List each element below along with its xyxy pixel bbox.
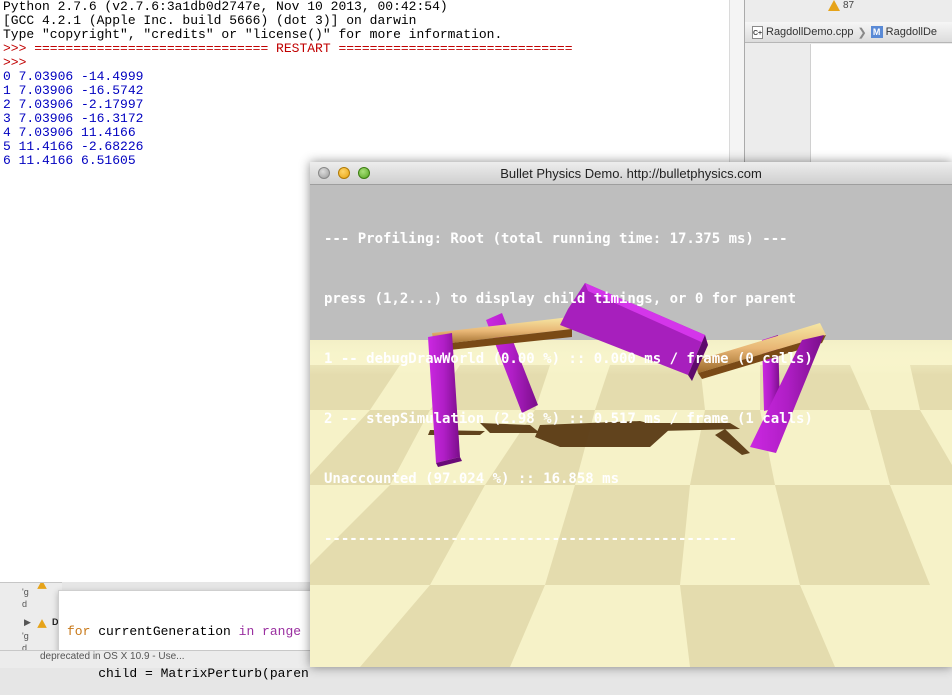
warning-count: 87 <box>843 0 855 11</box>
warning-icon <box>37 583 47 589</box>
code-token: currentGeneration <box>90 624 239 639</box>
issue-row[interactable]: 'g <box>22 587 29 597</box>
warning-icon <box>828 0 840 11</box>
deprecation-message: deprecated in OS X 10.9 - Use... <box>40 651 185 662</box>
warning-indicator[interactable]: 87 <box>828 0 868 12</box>
chevron-right-icon: ❯ <box>857 26 867 39</box>
shell-output: Python 2.7.6 (v2.7.6:3a1db0d2747e, Nov 1… <box>0 0 744 168</box>
shell-output-line: 3 7.03906 -16.3172 <box>3 111 144 126</box>
keyword-for: for <box>67 624 91 639</box>
profiler-line: 1 -- debugDrawWorld (0.00 %) :: 0.000 ms… <box>324 351 813 367</box>
profiler-line: press (1,2...) to display child timings,… <box>324 291 797 307</box>
warning-icon <box>37 619 47 628</box>
shell-output-line: 2 7.03906 -2.17997 <box>3 97 144 112</box>
m-file-icon: M <box>870 26 883 38</box>
issue-row[interactable]: d <box>22 599 27 609</box>
builtin-range: range <box>254 624 302 639</box>
shell-prompt: >>> <box>3 55 27 70</box>
shell-output-line: 0 7.03906 -14.4999 <box>3 69 144 84</box>
code-line: child = MatrixPerturb(paren <box>67 666 309 681</box>
shell-output-line: 1 7.03906 -16.5742 <box>3 83 144 98</box>
shell-banner-line: Python 2.7.6 (v2.7.6:3a1db0d2747e, Nov 1… <box>3 0 448 14</box>
window-title: Bullet Physics Demo. http://bulletphysic… <box>500 166 762 181</box>
status-strip: deprecated in OS X 10.9 - Use... <box>0 650 310 668</box>
profiler-line: --- Profiling: Root (total running time:… <box>324 231 788 247</box>
issue-row[interactable]: 'g <box>22 631 29 641</box>
jump-bar: C+ RagdollDemo.cpp ❯ M RagdollDe <box>744 22 952 43</box>
shell-banner-line: [GCC 4.2.1 (Apple Inc. build 5666) (dot … <box>3 13 417 28</box>
profiler-line: Unaccounted (97.024 %) :: 16.858 ms <box>324 471 620 487</box>
disclosure-triangle-icon[interactable]: ▶ <box>24 617 31 628</box>
jumpbar-file-label: RagdollDe <box>885 26 938 38</box>
cpp-file-icon: C+ <box>752 25 763 39</box>
python-code-editor[interactable]: for currentGeneration in range child = M… <box>58 590 320 681</box>
shell-restart-line: >>> ============================== RESTA… <box>3 41 573 56</box>
code-line: for currentGeneration in range <box>59 625 319 639</box>
shell-output-line: 4 7.03906 11.4166 <box>3 125 136 140</box>
window-titlebar[interactable]: Bullet Physics Demo. http://bulletphysic… <box>310 162 952 185</box>
profiler-line: 2 -- stepSimulation (2.98 %) :: 0.517 ms… <box>324 411 813 427</box>
shell-banner-line: Type "copyright", "credits" or "license(… <box>3 27 503 42</box>
jumpbar-file-ragdolldemo-cpp[interactable]: C+ RagdollDemo.cpp <box>752 25 854 39</box>
profiler-line: ----------------------------------------… <box>324 531 738 547</box>
jumpbar-file-label: RagdollDemo.cpp <box>766 26 854 38</box>
keyword-in: in <box>238 624 255 639</box>
bullet-physics-window[interactable]: Bullet Physics Demo. http://bulletphysic… <box>310 162 952 667</box>
shell-output-line: 5 11.4166 -2.68226 <box>3 139 144 154</box>
profiler-overlay: --- Profiling: Root (total running time:… <box>324 189 813 589</box>
jumpbar-file-ragdolldemo[interactable]: M RagdollDe <box>870 26 938 38</box>
